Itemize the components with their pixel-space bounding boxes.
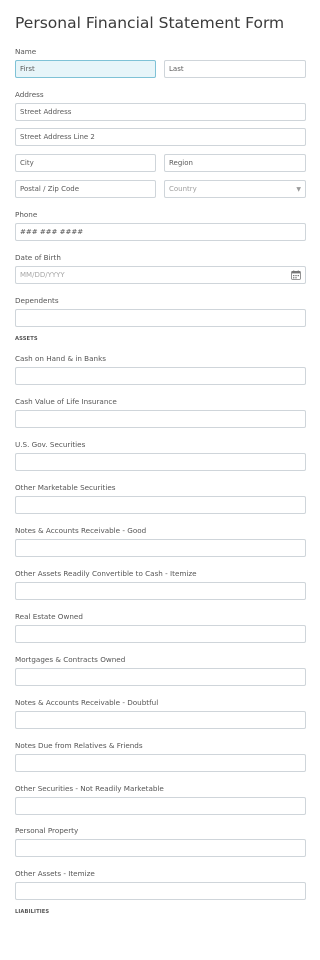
marketable-securities-input[interactable] <box>15 496 306 514</box>
name-label: Name <box>15 47 37 56</box>
asset-label: Personal Property <box>15 826 79 835</box>
asset-label: Notes Due from Relatives & Friends <box>15 741 143 750</box>
country-select[interactable]: Country ▼ <box>164 180 306 198</box>
asset-label: Other Assets - Itemize <box>15 869 95 878</box>
asset-label: Notes & Accounts Receivable - Doubtful <box>15 698 159 707</box>
chevron-down-icon: ▼ <box>296 185 301 193</box>
dob-label: Date of Birth <box>15 253 61 262</box>
non-marketable-securities-input[interactable] <box>15 797 306 815</box>
personal-property-input[interactable] <box>15 839 306 857</box>
dependents-input[interactable] <box>15 309 306 327</box>
asset-label: U.S. Gov. Securities <box>15 440 86 449</box>
street-address-input[interactable] <box>15 103 306 121</box>
asset-label: Other Securities - Not Readily Marketabl… <box>15 784 164 793</box>
liabilities-heading: LIABILITIES <box>15 909 50 915</box>
country-select-value: Country <box>169 185 197 193</box>
address-label: Address <box>15 90 44 99</box>
form-title: Personal Financial Statement Form <box>15 14 285 32</box>
calendar-icon[interactable] <box>291 270 301 280</box>
asset-label: Other Assets Readily Convertible to Cash… <box>15 569 197 578</box>
receivable-good-input[interactable] <box>15 539 306 557</box>
phone-label: Phone <box>15 210 38 219</box>
gov-securities-input[interactable] <box>15 453 306 471</box>
asset-label: Cash Value of Life Insurance <box>15 397 117 406</box>
asset-label: Other Marketable Securities <box>15 483 116 492</box>
life-insurance-value-input[interactable] <box>15 410 306 428</box>
asset-label: Cash on Hand & in Banks <box>15 354 106 363</box>
cash-on-hand-input[interactable] <box>15 367 306 385</box>
real-estate-input[interactable] <box>15 625 306 643</box>
last-name-input[interactable] <box>164 60 306 78</box>
dob-field[interactable] <box>15 266 306 284</box>
asset-label: Mortgages & Contracts Owned <box>15 655 126 664</box>
city-input[interactable] <box>15 154 156 172</box>
street-address-line2-input[interactable] <box>15 128 306 146</box>
region-input[interactable] <box>164 154 306 172</box>
first-name-input[interactable] <box>15 60 156 78</box>
asset-label: Notes & Accounts Receivable - Good <box>15 526 147 535</box>
other-assets-input[interactable] <box>15 882 306 900</box>
financial-statement-form: Personal Financial Statement Form Name A… <box>0 0 320 960</box>
assets-heading: ASSETS <box>15 336 38 342</box>
dob-input[interactable] <box>20 271 220 279</box>
convertible-assets-input[interactable] <box>15 582 306 600</box>
receivable-doubtful-input[interactable] <box>15 711 306 729</box>
phone-input[interactable] <box>15 223 306 241</box>
asset-label: Real Estate Owned <box>15 612 83 621</box>
mortgages-contracts-input[interactable] <box>15 668 306 686</box>
postal-code-input[interactable] <box>15 180 156 198</box>
notes-relatives-input[interactable] <box>15 754 306 772</box>
dependents-label: Dependents <box>15 296 59 305</box>
